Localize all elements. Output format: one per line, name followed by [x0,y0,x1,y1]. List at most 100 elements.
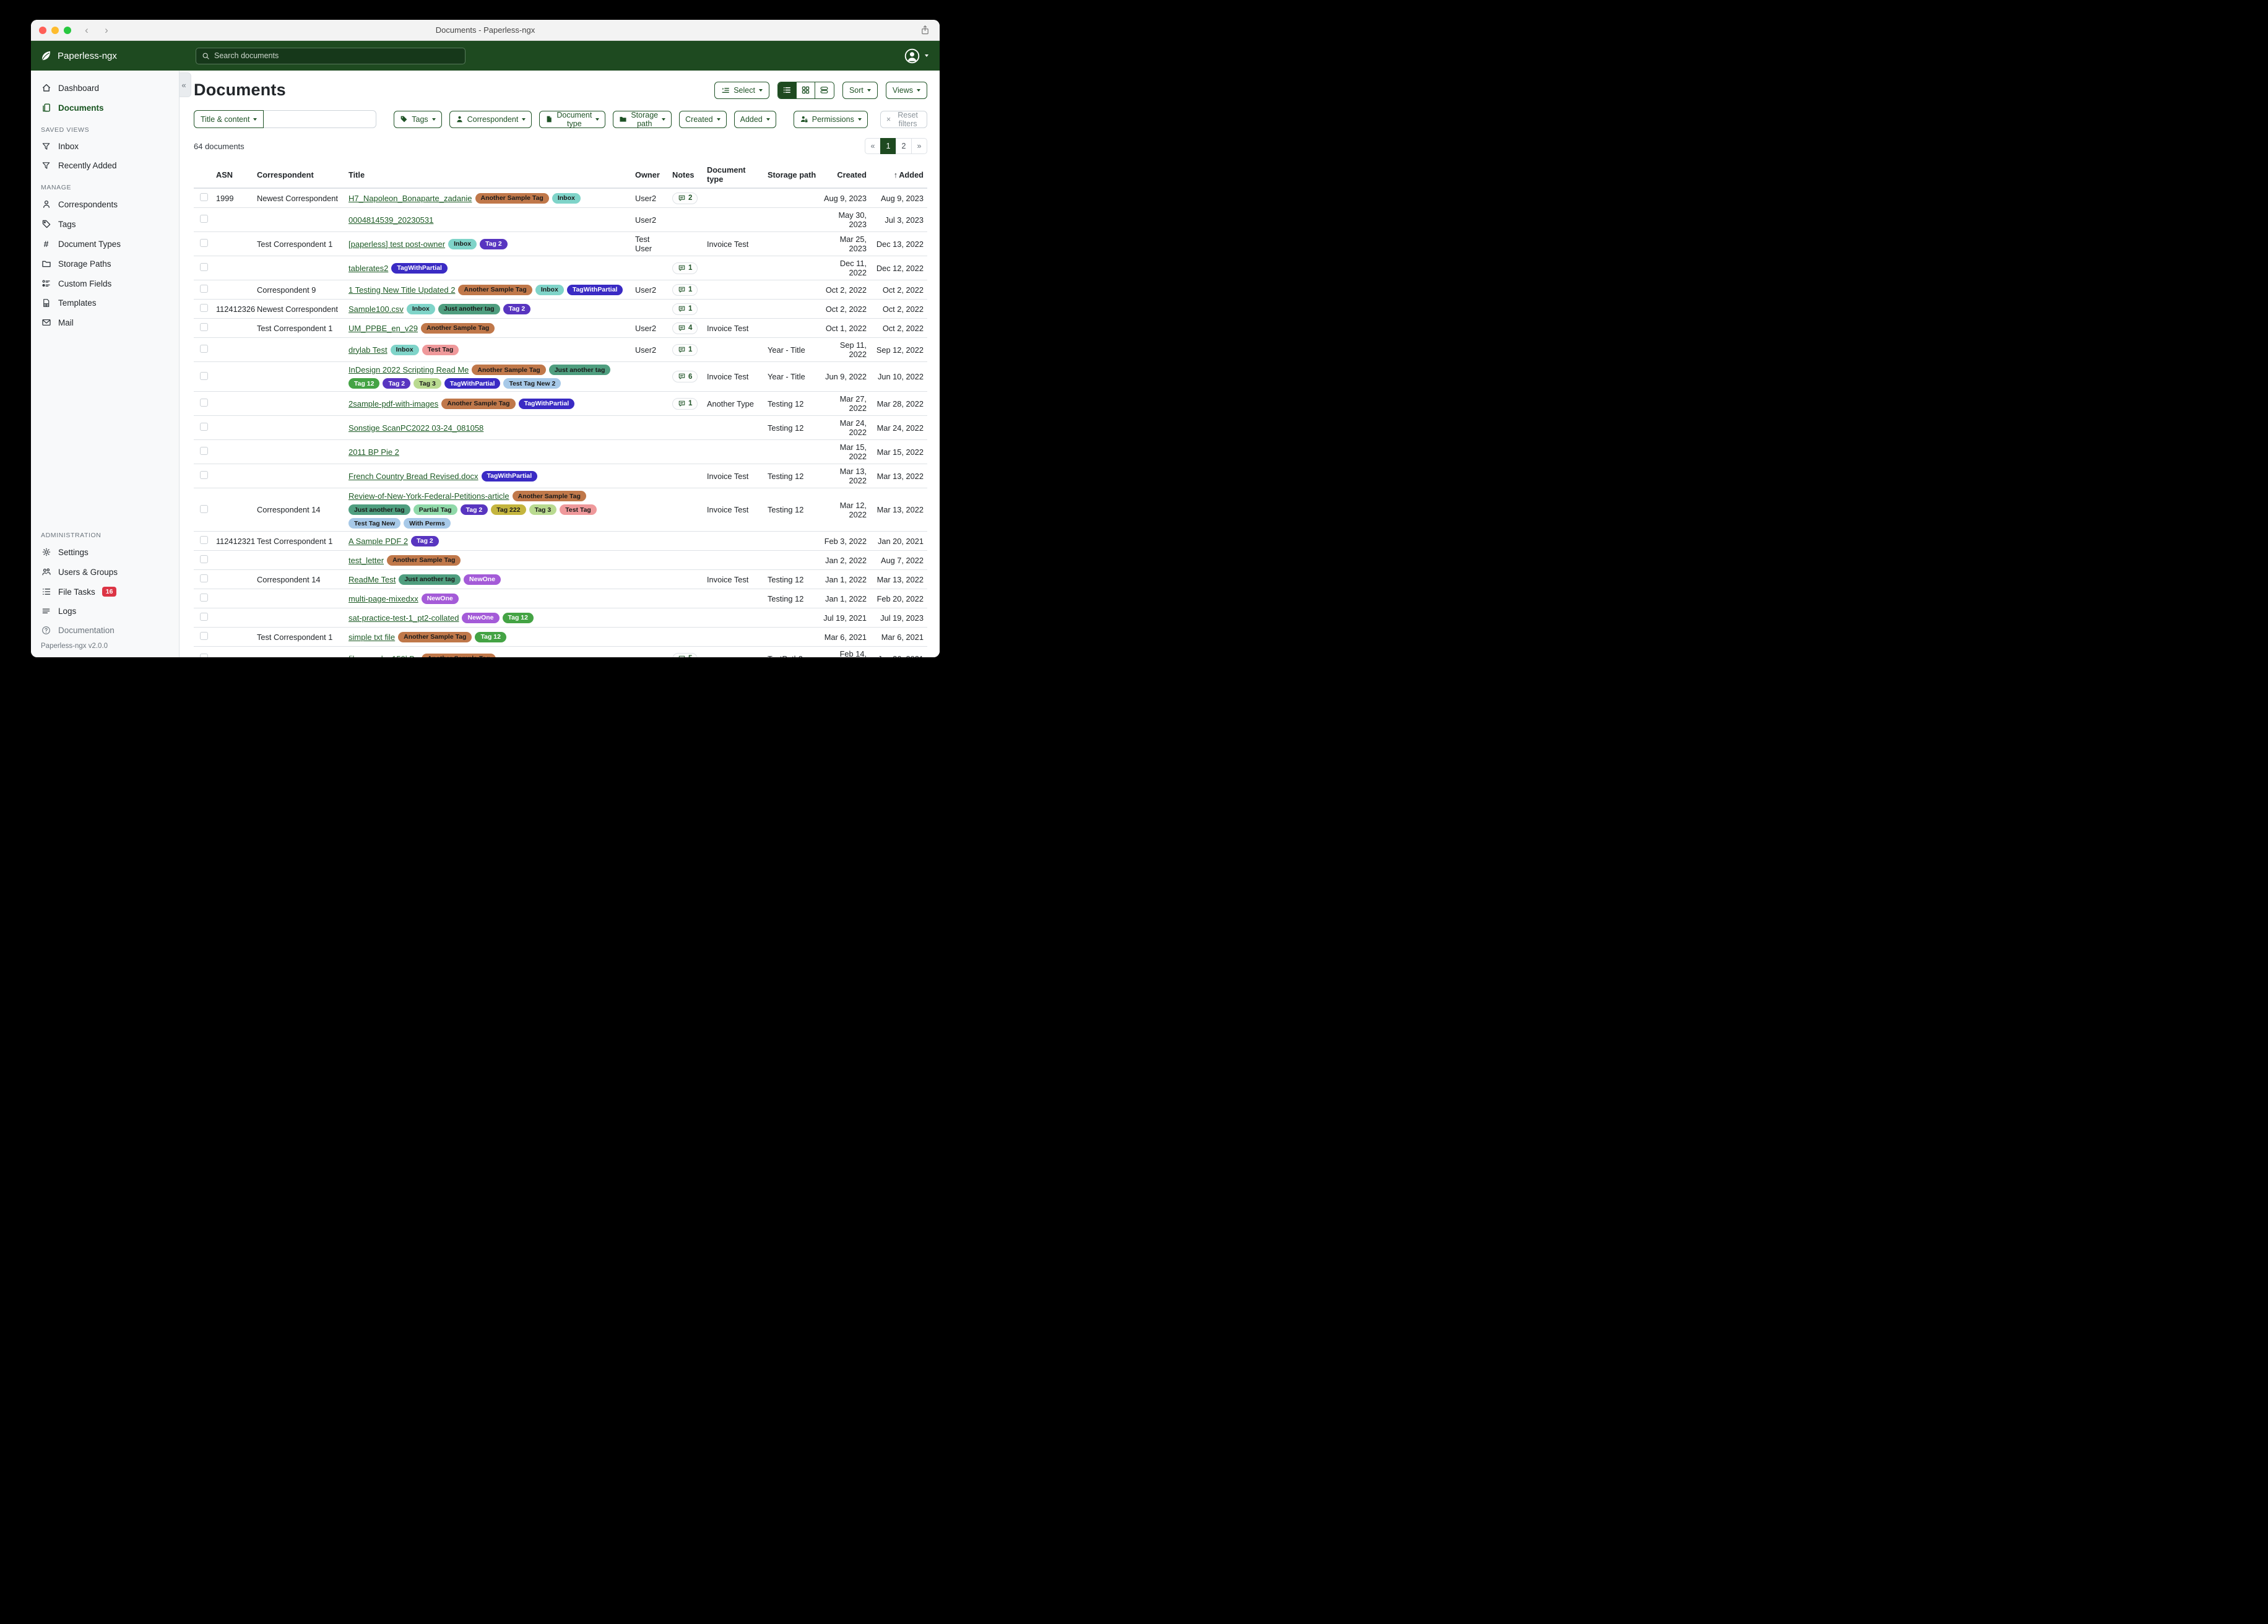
storage-path-cell[interactable]: Testing 12 [765,575,820,584]
notes-badge[interactable]: 6 [672,371,698,382]
brand[interactable]: Paperless-ngx [31,50,180,62]
document-type-cell[interactable]: Invoice Test [704,472,765,481]
correspondent-cell[interactable]: Correspondent 14 [254,575,346,584]
tag-pill[interactable]: With Perms [404,518,451,529]
document-title-link[interactable]: simple txt file [348,633,395,642]
sidebar-item-logs[interactable]: Logs [31,602,179,621]
row-checkbox[interactable] [200,304,208,312]
pagination-page-2[interactable]: 2 [896,138,912,154]
row-checkbox[interactable] [200,239,208,247]
views-button[interactable]: Views [886,82,927,99]
filter-text-input[interactable] [264,110,376,128]
storage-path-filter-button[interactable]: Storage path [613,111,672,128]
tag-pill[interactable]: Tag 2 [411,536,439,546]
tag-pill[interactable]: Test Tag [422,345,459,355]
tag-pill[interactable]: Inbox [391,345,419,355]
document-title-link[interactable]: test_letter [348,556,384,565]
pagination-next-button[interactable]: » [911,138,927,154]
document-title-link[interactable]: Sample100.csv [348,304,404,314]
document-title-link[interactable]: InDesign 2022 Scripting Read Me [348,365,469,374]
tag-pill[interactable]: TagWithPartial [391,263,448,274]
sidebar-item-correspondents[interactable]: Correspondents [31,194,179,214]
tag-pill[interactable]: Just another tag [348,504,410,515]
tag-pill[interactable]: Tag 2 [480,239,508,249]
tag-pill[interactable]: Another Sample Tag [387,555,461,566]
document-type-cell[interactable]: Invoice Test [704,575,765,584]
document-title-link[interactable]: A Sample PDF 2 [348,537,408,546]
row-checkbox[interactable] [200,613,208,621]
permissions-filter-button[interactable]: Permissions [794,111,868,128]
header-document-type[interactable]: Document type [704,165,765,184]
share-icon[interactable] [920,25,930,35]
created-filter-button[interactable]: Created [679,111,726,128]
tag-pill[interactable]: NewOne [422,594,459,604]
storage-path-cell[interactable]: Year - Title [765,345,820,355]
row-checkbox[interactable] [200,193,208,201]
tag-pill[interactable]: NewOne [464,574,501,585]
row-checkbox[interactable] [200,263,208,271]
storage-path-cell[interactable]: Testing 12 [765,472,820,481]
user-menu[interactable] [904,48,928,64]
view-list-button[interactable] [778,82,797,98]
storage-path-cell[interactable]: Testing 12 [765,423,820,433]
document-title-link[interactable]: Review-of-New-York-Federal-Petitions-art… [348,491,509,501]
storage-path-cell[interactable]: TestPath2 [765,654,820,658]
tag-pill[interactable]: TagWithPartial [482,471,538,482]
select-button[interactable]: Select [714,82,769,99]
document-title-link[interactable]: 2011 BP Pie 2 [348,447,399,457]
tag-pill[interactable]: Tag 2 [383,378,410,389]
tag-pill[interactable]: TagWithPartial [444,378,501,389]
document-title-link[interactable]: tablerates2 [348,264,388,273]
back-icon[interactable]: ‹ [82,24,91,37]
document-title-link[interactable]: 2sample-pdf-with-images [348,399,438,408]
tag-pill[interactable]: TagWithPartial [567,285,623,295]
tag-pill[interactable]: Tag 12 [475,632,506,642]
notes-badge[interactable]: 2 [672,192,698,204]
tag-pill[interactable]: Another Sample Tag [421,323,495,334]
document-type-cell[interactable]: Invoice Test [704,324,765,333]
row-checkbox[interactable] [200,654,208,657]
row-checkbox[interactable] [200,471,208,479]
sort-button[interactable]: Sort [842,82,878,99]
added-filter-button[interactable]: Added [734,111,776,128]
sidebar-item-inbox[interactable]: Inbox [31,137,179,156]
tag-pill[interactable]: Inbox [448,239,477,249]
header-created[interactable]: Created [820,170,869,179]
pagination-prev-button[interactable]: « [865,138,881,154]
storage-path-cell[interactable]: Testing 12 [765,505,820,514]
reset-filters-button[interactable]: × Reset filters [880,111,927,128]
document-title-link[interactable]: H7_Napoleon_Bonaparte_zadanie [348,194,472,203]
document-type-cell[interactable]: Invoice Test [704,372,765,381]
correspondent-cell[interactable]: Correspondent 9 [254,285,346,295]
row-checkbox[interactable] [200,536,208,544]
sidebar-item-documentation[interactable]: Documentation [31,621,179,640]
tag-pill[interactable]: Inbox [407,304,435,314]
row-checkbox[interactable] [200,345,208,353]
sidebar-item-dashboard[interactable]: Dashboard [31,78,179,98]
storage-path-cell[interactable]: Year - Title [765,372,820,381]
tag-pill[interactable]: Just another tag [399,574,461,585]
tag-pill[interactable]: Just another tag [438,304,500,314]
notes-badge[interactable]: 1 [672,284,698,296]
notes-badge[interactable]: 1 [672,262,698,274]
row-checkbox[interactable] [200,323,208,331]
storage-path-cell[interactable]: Testing 12 [765,399,820,408]
document-title-link[interactable]: multi-page-mixedxx [348,594,418,603]
row-checkbox[interactable] [200,632,208,640]
document-title-link[interactable]: French Country Bread Revised.docx [348,472,478,481]
sidebar-item-recently-added[interactable]: Recently Added [31,156,179,175]
tag-pill[interactable]: Another Sample Tag [441,399,515,409]
tag-pill[interactable]: Partial Tag [413,504,457,515]
sidebar-item-settings[interactable]: Settings [31,542,179,562]
row-checkbox[interactable] [200,285,208,293]
search-mode-dropdown[interactable]: Title & content [194,110,264,128]
row-checkbox[interactable] [200,505,208,513]
correspondent-cell[interactable]: Test Correspondent 1 [254,324,346,333]
tag-pill[interactable]: TagWithPartial [519,399,575,409]
sidebar-item-templates[interactable]: Templates [31,293,179,313]
correspondent-filter-button[interactable]: Correspondent [449,111,532,128]
document-title-link[interactable]: drylab Test [348,345,387,355]
tag-pill[interactable]: Tag 222 [491,504,526,515]
tag-pill[interactable]: Tag 3 [413,378,441,389]
correspondent-cell[interactable]: Test Correspondent 1 [254,633,346,642]
